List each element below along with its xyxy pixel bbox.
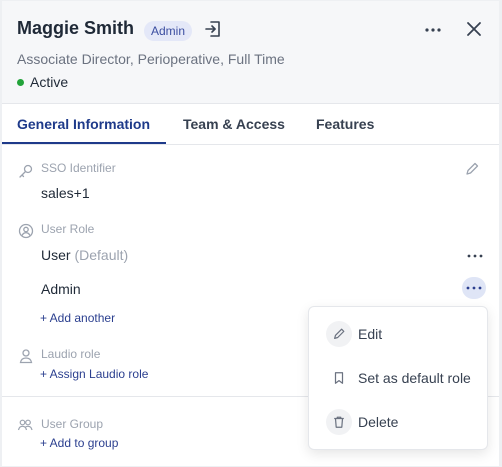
assign-laudio-role-link[interactable]: + Assign Laudio role <box>40 367 148 381</box>
role-context-menu: Edit Set as default role Delete <box>308 306 488 450</box>
trash-icon <box>326 409 352 435</box>
user-header: Maggie Smith Admin Associate Director, P… <box>2 1 499 103</box>
user-subtitle: Associate Director, Perioperative, Full … <box>17 51 285 67</box>
status-label: Active <box>30 74 69 90</box>
sso-value: sales+1 <box>41 185 90 201</box>
login-icon[interactable] <box>204 20 222 38</box>
add-another-role-link[interactable]: + Add another <box>40 311 115 325</box>
person-icon <box>19 349 33 364</box>
users-group-icon <box>17 419 33 431</box>
status-indicator: Active <box>17 74 68 90</box>
menu-item-delete[interactable]: Delete <box>309 404 487 440</box>
menu-item-label: Delete <box>358 414 399 430</box>
role-name: User <box>41 247 71 263</box>
user-circle-icon <box>18 223 34 239</box>
role-row-admin: Admin <box>41 281 81 297</box>
role-admin-more-icon[interactable] <box>462 277 486 299</box>
tab-features[interactable]: Features <box>316 116 374 132</box>
role-badge: Admin <box>144 21 193 41</box>
tab-team-access[interactable]: Team & Access <box>183 116 285 132</box>
menu-item-set-default[interactable]: Set as default role <box>309 360 487 396</box>
tab-bar: General Information Team & Access Featur… <box>2 103 499 145</box>
user-role-label: User Role <box>41 222 95 236</box>
menu-item-edit[interactable]: Edit <box>309 316 487 352</box>
role-user-more-icon[interactable] <box>464 248 486 264</box>
pencil-icon <box>326 321 352 347</box>
user-detail-panel: Maggie Smith Admin Associate Director, P… <box>2 1 499 466</box>
active-tab-indicator <box>2 142 166 144</box>
add-to-group-link[interactable]: + Add to group <box>40 436 118 450</box>
role-name: Admin <box>41 281 81 297</box>
tab-general-information[interactable]: General Information <box>17 116 150 132</box>
key-icon <box>19 164 33 178</box>
role-default-tag: (Default) <box>74 247 129 263</box>
menu-item-label: Set as default role <box>358 370 471 386</box>
close-icon[interactable] <box>465 20 483 38</box>
menu-item-label: Edit <box>358 326 383 342</box>
status-dot <box>17 78 24 86</box>
more-options-icon[interactable] <box>423 21 443 39</box>
user-group-label: User Group <box>41 417 104 431</box>
edit-sso-icon[interactable] <box>464 161 480 177</box>
laudio-role-label: Laudio role <box>41 347 101 361</box>
user-name: Maggie Smith <box>17 18 135 38</box>
role-row-user: User (Default) <box>41 247 128 263</box>
bookmark-icon <box>326 365 352 391</box>
sso-label: SSO Identifier <box>41 161 116 175</box>
